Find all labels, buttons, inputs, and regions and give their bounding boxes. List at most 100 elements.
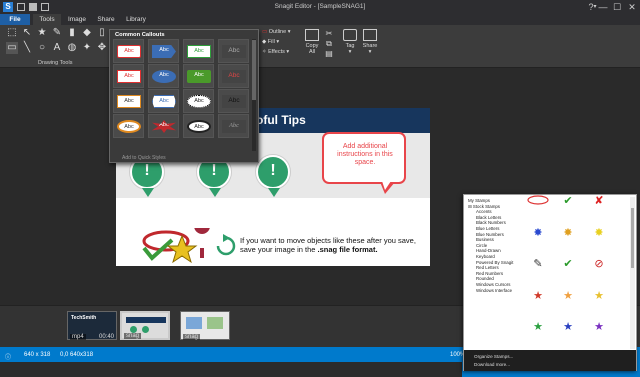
outline-dropdown[interactable]: ▭ Outline ▾ <box>262 29 290 35</box>
callout-style-14[interactable]: Abc <box>148 114 179 138</box>
orange-star-stamp-icon[interactable]: ★ <box>561 290 575 302</box>
callout-style-10[interactable]: Abc <box>148 89 179 113</box>
callout-style-5[interactable]: Abc <box>113 64 144 88</box>
close-button[interactable]: ✕ <box>625 1 639 13</box>
effects-label: Effects ▾ <box>268 49 290 55</box>
doc-stamps-art[interactable] <box>138 228 238 264</box>
red-ellipse-stamp-icon[interactable] <box>526 194 550 209</box>
outline-icon: ▭ <box>262 29 268 35</box>
tray-item-video[interactable]: TechSmith mp4 00:40 <box>67 311 117 340</box>
callout-style-8[interactable]: Abc <box>218 64 249 88</box>
green-star-stamp-icon[interactable]: ★ <box>531 321 545 333</box>
download-more-link[interactable]: Download more... <box>474 362 510 367</box>
share-button[interactable]: Share ▾ <box>360 29 380 55</box>
blue-splat-stamp-icon[interactable]: ✸ <box>531 227 545 239</box>
title-bar: S Snagit Editor - [SampleSNAG1] ? ▾ — ☐ … <box>0 0 640 14</box>
tab-image[interactable]: Image <box>63 14 91 25</box>
window-title: Snagit Editor - [SampleSNAG1] <box>274 3 366 10</box>
status-dimensions: 640 x 318 <box>24 352 51 358</box>
paste-icon[interactable]: ▤ <box>323 48 335 60</box>
move-icon[interactable]: ✥ <box>96 42 108 54</box>
arrow-icon[interactable]: ↖ <box>21 27 33 39</box>
no-sign-stamp-icon[interactable]: ⊘ <box>592 258 606 270</box>
organize-stamps-link[interactable]: Organize Stamps... <box>474 354 513 359</box>
pen-icon[interactable]: ✎ <box>51 27 63 39</box>
location-pin-icon <box>194 228 210 234</box>
maximize-button[interactable]: ☐ <box>610 1 624 13</box>
doc-header-title: oful Tips <box>256 113 306 127</box>
orange-splat-stamp-icon[interactable]: ✸ <box>561 227 575 239</box>
panel-scrollbar-thumb[interactable] <box>252 40 256 100</box>
stamp-category-list: My Stamps ⊟ Stock Stamps Accents Black L… <box>468 198 526 293</box>
copy-all-button[interactable]: Copy All <box>302 29 322 55</box>
pin-pointer-3 <box>268 188 280 197</box>
panel-title: Common Callouts <box>115 32 165 38</box>
eraser-icon[interactable]: ▯ <box>96 27 108 39</box>
copy-all-label: Copy All <box>305 43 319 55</box>
tab-file[interactable]: File <box>0 14 30 25</box>
tray-item-type: snag <box>183 334 201 340</box>
yellow-star-stamp-icon[interactable]: ★ <box>592 290 606 302</box>
doc-instruction-line-2: save your image in the .snag file format… <box>240 245 416 254</box>
tray-item-snag[interactable]: snag <box>180 311 230 340</box>
fill-dropdown[interactable]: ◆ Fill ▾ <box>262 39 279 45</box>
tag-dropdown-icon: ▾ <box>348 49 352 55</box>
red-x-stamp-icon[interactable]: ✘ <box>592 195 606 207</box>
exclamation-pin-icon-3[interactable]: ! <box>256 155 290 189</box>
tray-item-snag-selected[interactable]: snag <box>120 311 170 340</box>
yellow-splat-stamp-icon[interactable]: ✸ <box>592 227 606 239</box>
fill-bucket-icon: ◆ <box>262 39 267 45</box>
callout-style-13[interactable]: Abc <box>113 114 144 138</box>
callout-style-16[interactable]: Abc <box>218 114 249 138</box>
selection-icon[interactable]: ⬚ <box>6 27 18 39</box>
red-star-stamp-icon[interactable]: ★ <box>531 290 545 302</box>
magic-wand-icon[interactable]: ✦ <box>81 42 93 54</box>
doc-instruction-line-2-plain: save your image in the <box>240 245 318 254</box>
green-check-stamp-icon[interactable]: ✔ <box>561 195 575 207</box>
callout-style-12[interactable]: Abc <box>218 89 249 113</box>
highlighter-icon[interactable]: ▮ <box>66 27 78 39</box>
save-icon[interactable] <box>29 3 37 11</box>
blur-icon[interactable]: ◍ <box>66 42 78 54</box>
tag-icon <box>343 29 357 41</box>
callout-style-3[interactable]: Abc <box>183 39 214 63</box>
status-coordinates: 0,0 640x318 <box>60 352 94 358</box>
tab-library[interactable]: Library <box>121 14 151 25</box>
purple-star-stamp-icon[interactable]: ★ <box>592 321 606 333</box>
callout-style-7[interactable]: Abc <box>183 64 214 88</box>
snagit-app-icon[interactable]: S <box>3 2 13 12</box>
callout-style-6[interactable]: Abc <box>148 64 179 88</box>
tag-button[interactable]: Tag ▾ <box>341 29 359 55</box>
tab-tools[interactable]: Tools <box>33 14 61 25</box>
text-icon[interactable]: A <box>51 42 63 54</box>
callout-style-2[interactable]: Abc <box>148 39 179 63</box>
techsmith-logo: TechSmith <box>71 315 97 321</box>
callout-style-11[interactable]: Abc <box>183 89 214 113</box>
minimize-button[interactable]: — <box>596 1 610 13</box>
line-icon[interactable]: ╲ <box>21 42 33 54</box>
info-icon[interactable]: ⓘ <box>5 352 11 361</box>
tray-item-duration: 00:40 <box>98 334 114 340</box>
callout-style-15[interactable]: Abc <box>183 114 214 138</box>
stamp-icon[interactable]: ★ <box>36 27 48 39</box>
open-icon[interactable] <box>17 3 25 11</box>
stamps-scrollbar-thumb[interactable] <box>631 208 634 268</box>
effects-dropdown[interactable]: ✧ Effects ▾ <box>262 49 289 55</box>
copy-icon <box>305 29 319 41</box>
green-check-2-stamp-icon[interactable]: ✔ <box>561 258 575 270</box>
pencil-stamp-icon[interactable]: ✎ <box>531 258 545 270</box>
tab-share[interactable]: Share <box>92 14 120 25</box>
stamp-category-windows-interface[interactable]: Windows Interface <box>468 288 526 294</box>
blue-star-stamp-icon[interactable]: ★ <box>561 321 575 333</box>
callout-style-4[interactable]: Abc <box>218 39 249 63</box>
callout-style-9[interactable]: Abc <box>113 89 144 113</box>
add-to-quick-styles[interactable]: Add to Quick Styles <box>122 155 166 161</box>
undo-icon[interactable] <box>41 3 49 11</box>
callout-icon[interactable]: ▭ <box>6 42 18 54</box>
speech-bubble-callout[interactable]: Add additional instructions in this spac… <box>322 132 406 184</box>
callout-style-1[interactable]: Abc <box>113 39 144 63</box>
callout-text: Add additional instructions in this spac… <box>337 143 393 166</box>
tray-item-type: mp4 <box>70 334 86 340</box>
shape-icon[interactable]: ○ <box>36 42 48 54</box>
fill-icon[interactable]: ◆ <box>81 27 93 39</box>
